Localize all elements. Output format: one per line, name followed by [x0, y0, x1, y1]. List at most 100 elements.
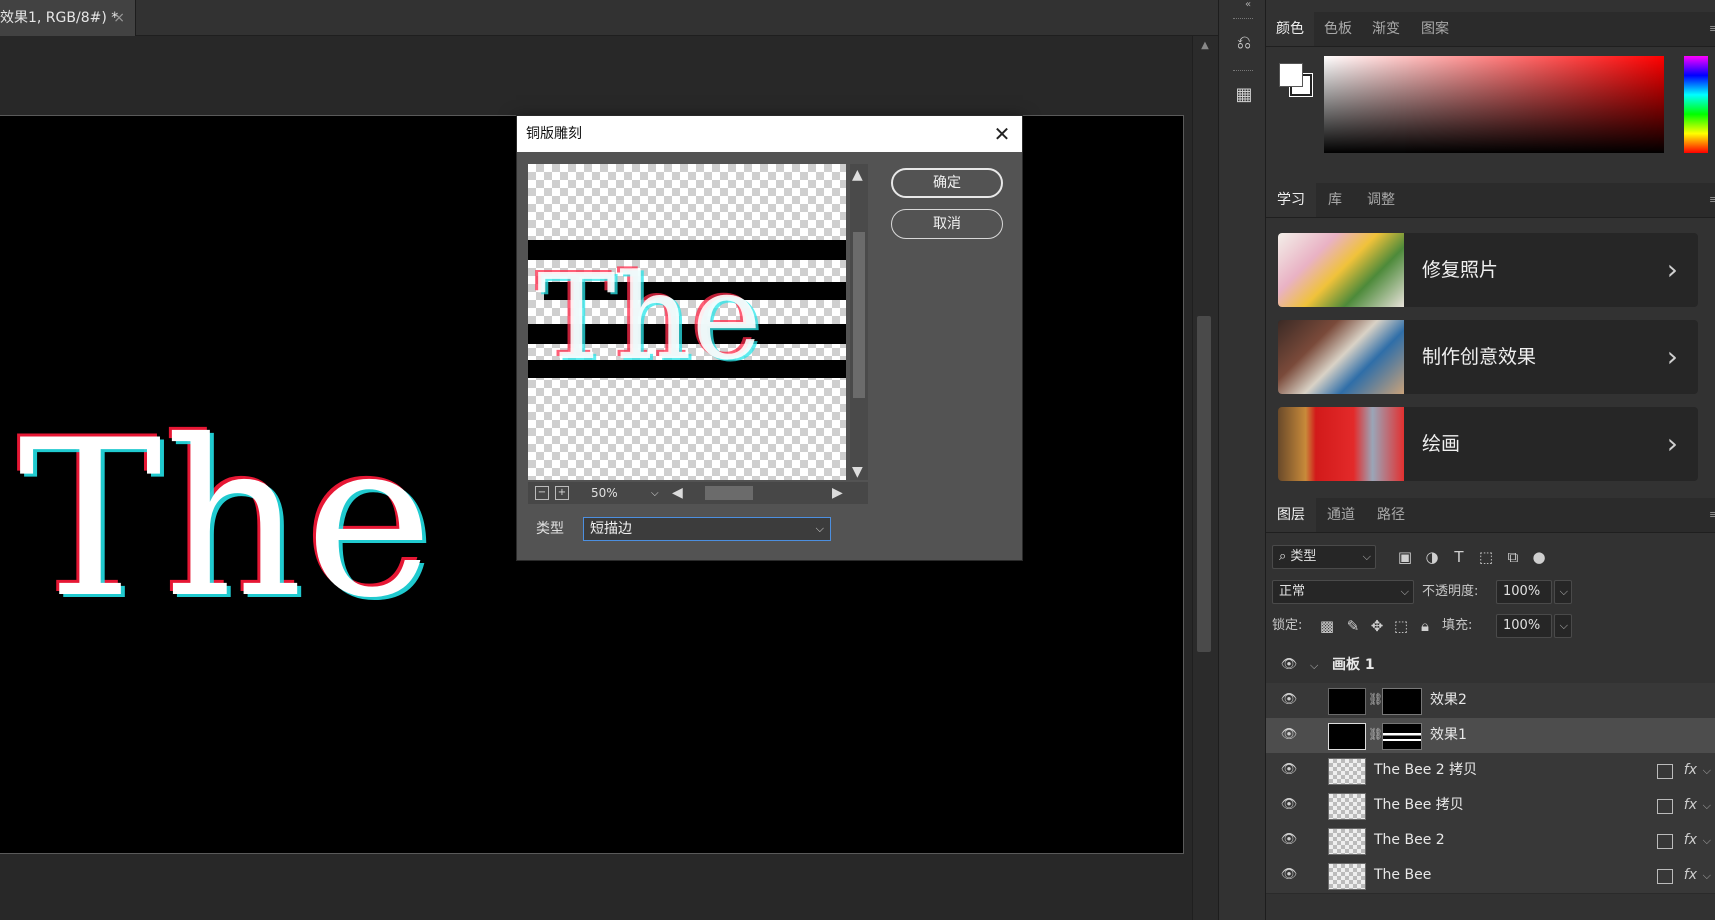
lock-artboard-icon[interactable]: ⬚	[1390, 615, 1412, 637]
document-tab[interactable]: 效果1, RGB/8#) * ×	[0, 0, 136, 36]
properties-icon[interactable]: ▦	[1231, 82, 1257, 108]
eye-icon[interactable]: 👁︎	[1280, 727, 1298, 743]
layer-filter-select[interactable]: ⌕ 类型 ⌵	[1272, 545, 1376, 569]
tab-layers[interactable]: 图层	[1266, 498, 1316, 532]
history-icon[interactable]: ⎌	[1231, 30, 1257, 56]
foreground-color-swatch[interactable]	[1279, 63, 1303, 87]
cancel-button[interactable]: 取消	[891, 209, 1003, 239]
scroll-right-icon[interactable]: ▶	[832, 486, 843, 500]
grip-icon[interactable]	[1233, 18, 1253, 21]
learn-card-painting[interactable]: 绘画 ›	[1278, 407, 1698, 481]
panel-menu-icon[interactable]: ≡	[1709, 22, 1715, 36]
collapse-panels-icon[interactable]: «	[1245, 0, 1265, 12]
fill-input[interactable]: 100%	[1496, 614, 1552, 638]
chevron-down-icon[interactable]: ⌵	[1703, 788, 1711, 823]
tab-adjustments[interactable]: 调整	[1354, 183, 1408, 217]
fx-icon[interactable]: fx	[1684, 823, 1697, 858]
zoom-in-icon[interactable]: +	[555, 486, 569, 500]
opacity-input[interactable]: 100%	[1496, 580, 1552, 604]
layer-row[interactable]: 👁︎ ⛓︎ 效果2	[1266, 683, 1715, 719]
scroll-up-icon[interactable]: ▲	[852, 168, 863, 182]
color-panel-tabs: 颜色 色板 渐变 图案 ≡	[1266, 12, 1715, 47]
learn-card-creative-effects[interactable]: 制作创意效果 ›	[1278, 320, 1698, 394]
zoom-out-icon[interactable]: −	[535, 486, 549, 500]
layer-row[interactable]: 👁︎ The Bee fx ⌵	[1266, 858, 1715, 894]
layer-row[interactable]: 👁︎ The Bee 2 拷贝 fx ⌵	[1266, 753, 1715, 789]
panel-menu-icon[interactable]: ≡	[1709, 193, 1715, 207]
fill-value: 100%	[1503, 618, 1541, 633]
fx-icon[interactable]: fx	[1684, 788, 1697, 823]
eye-icon[interactable]: 👁︎	[1280, 797, 1298, 813]
layer-row[interactable]: 👁︎ The Bee 拷贝 fx ⌵	[1266, 788, 1715, 824]
opacity-label: 不透明度:	[1422, 584, 1479, 599]
filter-toggle-icon[interactable]: ●	[1528, 546, 1550, 568]
eye-icon[interactable]: 👁︎	[1280, 867, 1298, 883]
learn-panel-tabs: 学习 库 调整 ≡	[1266, 183, 1715, 218]
lock-position-icon[interactable]: ✥	[1366, 615, 1388, 637]
tab-gradients[interactable]: 渐变	[1362, 12, 1410, 46]
type-select[interactable]: 短描边 ⌵	[583, 517, 831, 541]
fill-dropdown[interactable]: ⌵	[1554, 614, 1572, 638]
link-icon[interactable]: ⛓︎	[1368, 692, 1383, 708]
layer-name: The Bee 2	[1374, 832, 1445, 848]
panel-menu-icon[interactable]: ≡	[1709, 508, 1715, 522]
layer-name: 效果2	[1430, 692, 1467, 708]
preview-h-scrollbar-thumb[interactable]	[705, 486, 753, 500]
eye-icon[interactable]: 👁︎	[1280, 762, 1298, 778]
tab-patterns[interactable]: 图案	[1410, 12, 1460, 46]
dialog-titlebar[interactable]: 铜版雕刻	[517, 116, 1022, 152]
tab-color[interactable]: 颜色	[1266, 12, 1314, 46]
type-filter-icon[interactable]: T	[1448, 546, 1470, 568]
tab-swatches[interactable]: 色板	[1314, 12, 1362, 46]
blend-mode-select[interactable]: 正常 ⌵	[1272, 580, 1414, 604]
chevron-down-icon[interactable]: ⌵	[651, 487, 659, 501]
opacity-dropdown[interactable]: ⌵	[1554, 580, 1572, 604]
layer-row-selected[interactable]: 👁︎ ⛓︎ 效果1	[1266, 718, 1715, 754]
tab-paths[interactable]: 路径	[1366, 498, 1416, 532]
layer-group-row[interactable]: 👁︎ ⌵ 画板 1	[1266, 648, 1715, 684]
close-icon[interactable]: ×	[113, 0, 125, 36]
smart-object-filter-icon[interactable]: ⧉	[1502, 546, 1524, 568]
tab-channels[interactable]: 通道	[1316, 498, 1366, 532]
learn-card-label: 制作创意效果	[1422, 346, 1537, 368]
eye-icon[interactable]: 👁︎	[1280, 692, 1298, 708]
layer-name: The Bee	[1374, 867, 1432, 883]
scroll-left-icon[interactable]: ◀	[672, 486, 683, 500]
eye-icon[interactable]: 👁︎	[1280, 657, 1298, 673]
grip-icon[interactable]	[1233, 70, 1253, 73]
chevron-down-icon[interactable]: ⌵	[1310, 648, 1318, 683]
close-icon[interactable]: ✕	[992, 116, 1012, 152]
color-picker-field[interactable]	[1324, 56, 1664, 153]
preview-scrollbar-thumb[interactable]	[853, 232, 865, 398]
lock-pixels-icon[interactable]: ✎	[1342, 615, 1364, 637]
lock-all-icon[interactable]: 🔒︎	[1414, 615, 1436, 637]
adjustment-filter-icon[interactable]: ◑	[1421, 546, 1443, 568]
scroll-up-icon[interactable]: ▲	[1198, 40, 1212, 54]
tab-libraries[interactable]: 库	[1316, 183, 1354, 217]
ok-button[interactable]: 确定	[891, 168, 1003, 198]
learn-card-fix-photo[interactable]: 修复照片 ›	[1278, 233, 1698, 307]
fx-icon[interactable]: fx	[1684, 858, 1697, 893]
eye-icon[interactable]: 👁︎	[1280, 832, 1298, 848]
scrollbar-thumb[interactable]	[1197, 316, 1211, 652]
tab-learn[interactable]: 学习	[1266, 183, 1316, 217]
lock-transparent-icon[interactable]: ▩	[1316, 615, 1338, 637]
color-panel: 颜色 色板 渐变 图案 ≡	[1266, 0, 1715, 180]
chevron-down-icon[interactable]: ⌵	[1703, 753, 1711, 788]
scroll-down-icon[interactable]: ▼	[852, 465, 863, 479]
chevron-down-icon: ⌵	[815, 522, 824, 535]
fx-icon[interactable]: fx	[1684, 753, 1697, 788]
hue-slider[interactable]	[1684, 56, 1708, 153]
document-tab-title: 效果1, RGB/8#) *	[0, 10, 119, 26]
link-icon[interactable]: ⛓︎	[1368, 727, 1383, 743]
pixel-filter-icon[interactable]: ▣	[1394, 546, 1416, 568]
smart-filter-icon	[1657, 869, 1673, 884]
layer-mask-thumbnail[interactable]	[1382, 723, 1422, 750]
type-label: 类型	[536, 521, 564, 537]
chevron-down-icon[interactable]: ⌵	[1703, 823, 1711, 858]
chevron-down-icon[interactable]: ⌵	[1703, 858, 1711, 893]
shape-filter-icon[interactable]: ⬚	[1475, 546, 1497, 568]
layer-row[interactable]: 👁︎ The Bee 2 fx ⌵	[1266, 823, 1715, 859]
layer-mask-thumbnail[interactable]	[1382, 688, 1422, 715]
filter-preview[interactable]: The The The	[528, 164, 846, 480]
